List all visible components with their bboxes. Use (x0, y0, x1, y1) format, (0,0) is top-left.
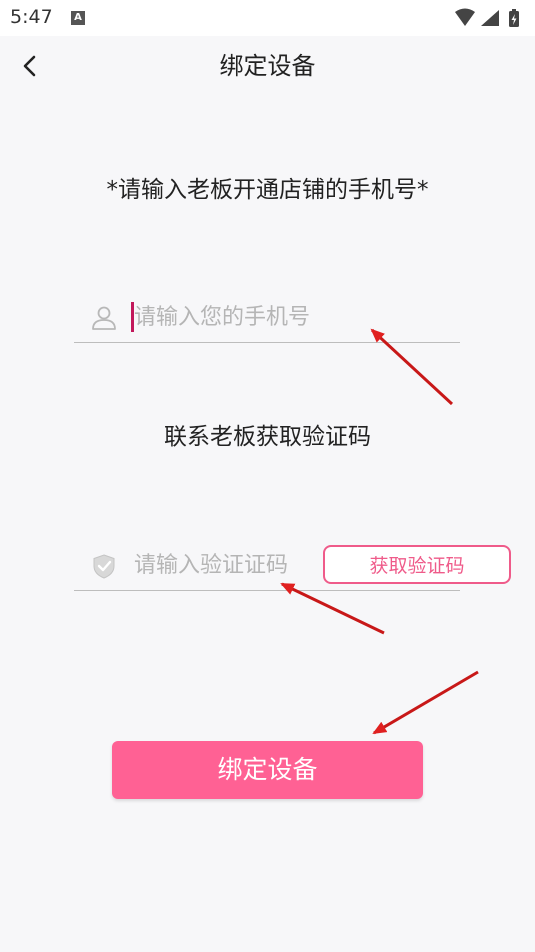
wifi-icon (455, 8, 475, 26)
phone-input[interactable] (132, 296, 456, 338)
signal-icon (481, 10, 499, 26)
bind-device-page: 绑定设备 *请输入老板开通店铺的手机号* 联系老板获取验证码 获取验证码 绑定设… (0, 36, 535, 952)
status-bar: 5:47 A (0, 0, 535, 36)
get-code-button[interactable]: 获取验证码 (323, 545, 511, 584)
arrow-to-code-input (280, 582, 385, 635)
notification-a-icon: A (71, 11, 85, 25)
arrow-to-bind-button (372, 670, 479, 735)
status-time: 5:47 (10, 6, 53, 28)
shield-icon (93, 554, 115, 579)
instruction-text: *请输入老板开通店铺的手机号* (106, 177, 429, 203)
bind-device-button[interactable]: 绑定设备 (112, 741, 423, 799)
phone-field[interactable] (74, 292, 460, 343)
page-title: 绑定设备 (219, 52, 316, 80)
status-icons (453, 8, 525, 28)
battery-icon (509, 9, 519, 27)
contact-hint: 联系老板获取验证码 (164, 424, 371, 450)
user-icon (92, 306, 116, 330)
